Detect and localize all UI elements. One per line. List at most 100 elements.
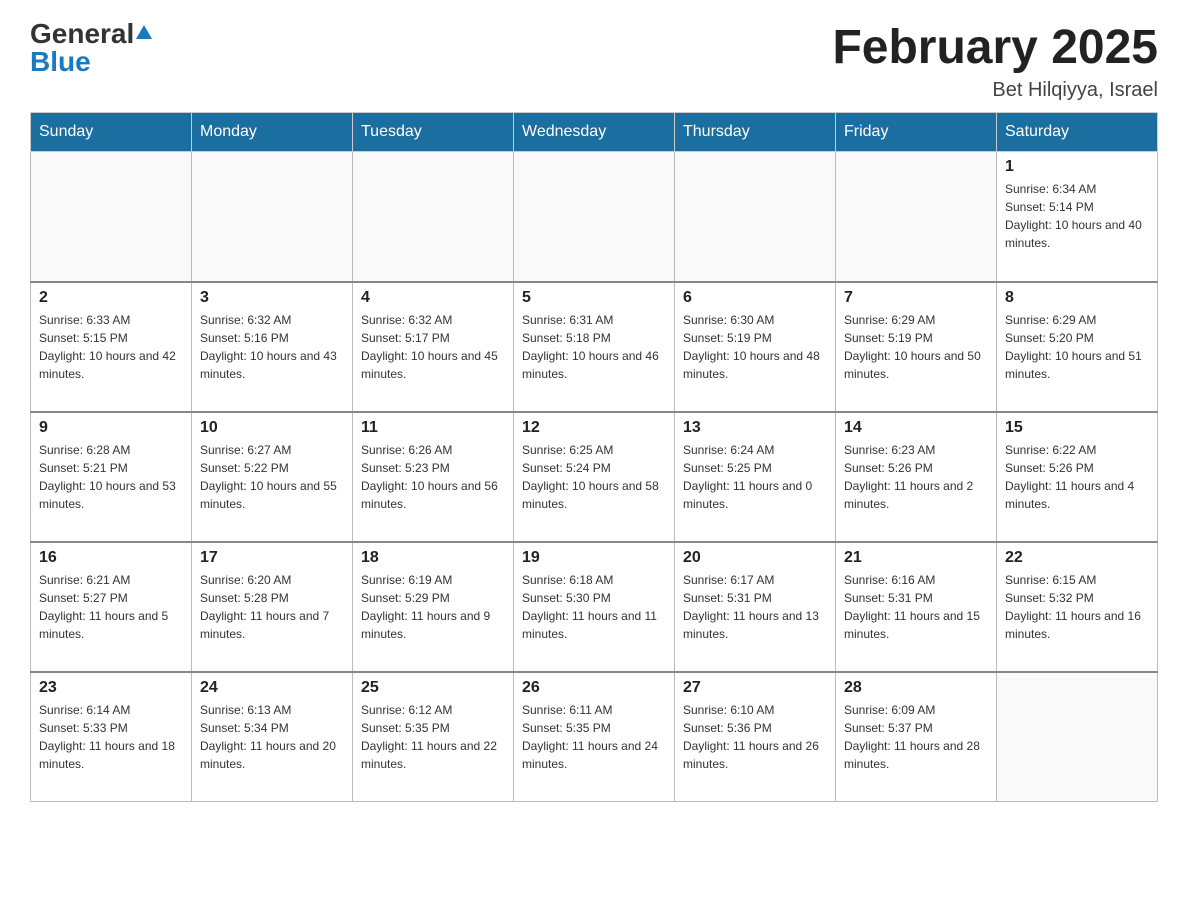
logo: General Blue xyxy=(30,20,154,76)
day-number: 12 xyxy=(522,419,666,437)
day-info: Sunrise: 6:29 AMSunset: 5:20 PMDaylight:… xyxy=(1005,311,1149,383)
calendar-day-cell xyxy=(514,152,675,282)
day-number: 15 xyxy=(1005,419,1149,437)
day-info: Sunrise: 6:26 AMSunset: 5:23 PMDaylight:… xyxy=(361,441,505,513)
calendar-day-cell: 15 Sunrise: 6:22 AMSunset: 5:26 PMDayligh… xyxy=(997,412,1158,542)
location: Bet Hilqiyya, Israel xyxy=(832,79,1158,102)
calendar-day-cell: 26 Sunrise: 6:11 AMSunset: 5:35 PMDayligh… xyxy=(514,672,675,802)
day-number: 16 xyxy=(39,549,183,567)
day-info: Sunrise: 6:18 AMSunset: 5:30 PMDaylight:… xyxy=(522,571,666,643)
day-info: Sunrise: 6:11 AMSunset: 5:35 PMDaylight:… xyxy=(522,701,666,773)
day-number: 26 xyxy=(522,679,666,697)
calendar-day-cell: 20 Sunrise: 6:17 AMSunset: 5:31 PMDayligh… xyxy=(675,542,836,672)
day-info: Sunrise: 6:19 AMSunset: 5:29 PMDaylight:… xyxy=(361,571,505,643)
day-info: Sunrise: 6:20 AMSunset: 5:28 PMDaylight:… xyxy=(200,571,344,643)
day-info: Sunrise: 6:27 AMSunset: 5:22 PMDaylight:… xyxy=(200,441,344,513)
calendar-day-cell: 28 Sunrise: 6:09 AMSunset: 5:37 PMDayligh… xyxy=(836,672,997,802)
calendar-week-row: 16Sunrise: 6:21 AMSunset: 5:27 PMDayligh… xyxy=(31,542,1158,672)
day-info: Sunrise: 6:13 AMSunset: 5:34 PMDaylight:… xyxy=(200,701,344,773)
logo-general: General xyxy=(30,18,134,49)
weekday-header-tuesday: Tuesday xyxy=(353,113,514,152)
calendar-day-cell xyxy=(836,152,997,282)
calendar-day-cell: 14Sunrise: 6:23 AMSunset: 5:26 PMDayligh… xyxy=(836,412,997,542)
day-info: Sunrise: 6:17 AMSunset: 5:31 PMDaylight:… xyxy=(683,571,827,643)
day-number: 28 xyxy=(844,679,988,697)
calendar-day-cell: 7 Sunrise: 6:29 AMSunset: 5:19 PMDaylight… xyxy=(836,282,997,412)
calendar-day-cell: 11 Sunrise: 6:26 AMSunset: 5:23 PMDayligh… xyxy=(353,412,514,542)
day-number: 4 xyxy=(361,289,505,307)
calendar-day-cell xyxy=(675,152,836,282)
calendar-week-row: 9 Sunrise: 6:28 AMSunset: 5:21 PMDaylight… xyxy=(31,412,1158,542)
day-number: 21 xyxy=(844,549,988,567)
page-header: General Blue February 2025 Bet Hilqiyya,… xyxy=(30,20,1158,102)
calendar-day-cell xyxy=(192,152,353,282)
month-title: February 2025 xyxy=(832,20,1158,75)
day-info: Sunrise: 6:34 AMSunset: 5:14 PMDaylight:… xyxy=(1005,180,1149,252)
weekday-header-wednesday: Wednesday xyxy=(514,113,675,152)
day-info: Sunrise: 6:32 AMSunset: 5:17 PMDaylight:… xyxy=(361,311,505,383)
calendar-day-cell: 27Sunrise: 6:10 AMSunset: 5:36 PMDayligh… xyxy=(675,672,836,802)
calendar-day-cell: 16Sunrise: 6:21 AMSunset: 5:27 PMDayligh… xyxy=(31,542,192,672)
calendar-day-cell: 12 Sunrise: 6:25 AMSunset: 5:24 PMDayligh… xyxy=(514,412,675,542)
calendar-day-cell: 4 Sunrise: 6:32 AMSunset: 5:17 PMDaylight… xyxy=(353,282,514,412)
day-info: Sunrise: 6:12 AMSunset: 5:35 PMDaylight:… xyxy=(361,701,505,773)
day-info: Sunrise: 6:16 AMSunset: 5:31 PMDaylight:… xyxy=(844,571,988,643)
calendar-day-cell: 22Sunrise: 6:15 AMSunset: 5:32 PMDayligh… xyxy=(997,542,1158,672)
calendar-header-row: SundayMondayTuesdayWednesdayThursdayFrid… xyxy=(31,113,1158,152)
day-number: 17 xyxy=(200,549,344,567)
calendar-day-cell xyxy=(353,152,514,282)
day-number: 5 xyxy=(522,289,666,307)
calendar-day-cell: 2 Sunrise: 6:33 AMSunset: 5:15 PMDaylight… xyxy=(31,282,192,412)
weekday-header-monday: Monday xyxy=(192,113,353,152)
day-info: Sunrise: 6:28 AMSunset: 5:21 PMDaylight:… xyxy=(39,441,183,513)
day-number: 1 xyxy=(1005,158,1149,176)
title-section: February 2025 Bet Hilqiyya, Israel xyxy=(832,20,1158,102)
day-number: 8 xyxy=(1005,289,1149,307)
calendar-day-cell: 24 Sunrise: 6:13 AMSunset: 5:34 PMDayligh… xyxy=(192,672,353,802)
calendar-table: SundayMondayTuesdayWednesdayThursdayFrid… xyxy=(30,112,1158,802)
day-info: Sunrise: 6:09 AMSunset: 5:37 PMDaylight:… xyxy=(844,701,988,773)
calendar-week-row: 23Sunrise: 6:14 AMSunset: 5:33 PMDayligh… xyxy=(31,672,1158,802)
calendar-day-cell: 10 Sunrise: 6:27 AMSunset: 5:22 PMDayligh… xyxy=(192,412,353,542)
calendar-day-cell: 23Sunrise: 6:14 AMSunset: 5:33 PMDayligh… xyxy=(31,672,192,802)
calendar-day-cell: 13 Sunrise: 6:24 AMSunset: 5:25 PMDayligh… xyxy=(675,412,836,542)
weekday-header-friday: Friday xyxy=(836,113,997,152)
day-number: 25 xyxy=(361,679,505,697)
calendar-day-cell: 19 Sunrise: 6:18 AMSunset: 5:30 PMDayligh… xyxy=(514,542,675,672)
day-number: 13 xyxy=(683,419,827,437)
day-number: 11 xyxy=(361,419,505,437)
calendar-day-cell: 9 Sunrise: 6:28 AMSunset: 5:21 PMDaylight… xyxy=(31,412,192,542)
day-number: 10 xyxy=(200,419,344,437)
day-number: 6 xyxy=(683,289,827,307)
calendar-day-cell: 3Sunrise: 6:32 AMSunset: 5:16 PMDaylight… xyxy=(192,282,353,412)
day-info: Sunrise: 6:29 AMSunset: 5:19 PMDaylight:… xyxy=(844,311,988,383)
calendar-day-cell: 1 Sunrise: 6:34 AMSunset: 5:14 PMDaylight… xyxy=(997,152,1158,282)
day-info: Sunrise: 6:24 AMSunset: 5:25 PMDaylight:… xyxy=(683,441,827,513)
calendar-week-row: 1 Sunrise: 6:34 AMSunset: 5:14 PMDaylight… xyxy=(31,152,1158,282)
day-info: Sunrise: 6:31 AMSunset: 5:18 PMDaylight:… xyxy=(522,311,666,383)
day-number: 7 xyxy=(844,289,988,307)
logo-text: General xyxy=(30,20,154,48)
day-number: 20 xyxy=(683,549,827,567)
calendar-day-cell: 17 Sunrise: 6:20 AMSunset: 5:28 PMDayligh… xyxy=(192,542,353,672)
weekday-header-saturday: Saturday xyxy=(997,113,1158,152)
day-info: Sunrise: 6:25 AMSunset: 5:24 PMDaylight:… xyxy=(522,441,666,513)
calendar-day-cell xyxy=(31,152,192,282)
logo-triangle-icon xyxy=(136,25,152,39)
day-number: 3 xyxy=(200,289,344,307)
logo-blue-text: Blue xyxy=(30,46,91,77)
calendar-day-cell: 5 Sunrise: 6:31 AMSunset: 5:18 PMDaylight… xyxy=(514,282,675,412)
day-number: 19 xyxy=(522,549,666,567)
calendar-day-cell: 6Sunrise: 6:30 AMSunset: 5:19 PMDaylight… xyxy=(675,282,836,412)
calendar-day-cell: 8 Sunrise: 6:29 AMSunset: 5:20 PMDaylight… xyxy=(997,282,1158,412)
weekday-header-thursday: Thursday xyxy=(675,113,836,152)
day-info: Sunrise: 6:14 AMSunset: 5:33 PMDaylight:… xyxy=(39,701,183,773)
calendar-day-cell: 18Sunrise: 6:19 AMSunset: 5:29 PMDayligh… xyxy=(353,542,514,672)
day-info: Sunrise: 6:33 AMSunset: 5:15 PMDaylight:… xyxy=(39,311,183,383)
day-number: 2 xyxy=(39,289,183,307)
weekday-header-sunday: Sunday xyxy=(31,113,192,152)
day-number: 24 xyxy=(200,679,344,697)
day-number: 27 xyxy=(683,679,827,697)
day-info: Sunrise: 6:22 AMSunset: 5:26 PMDaylight:… xyxy=(1005,441,1149,513)
day-number: 9 xyxy=(39,419,183,437)
